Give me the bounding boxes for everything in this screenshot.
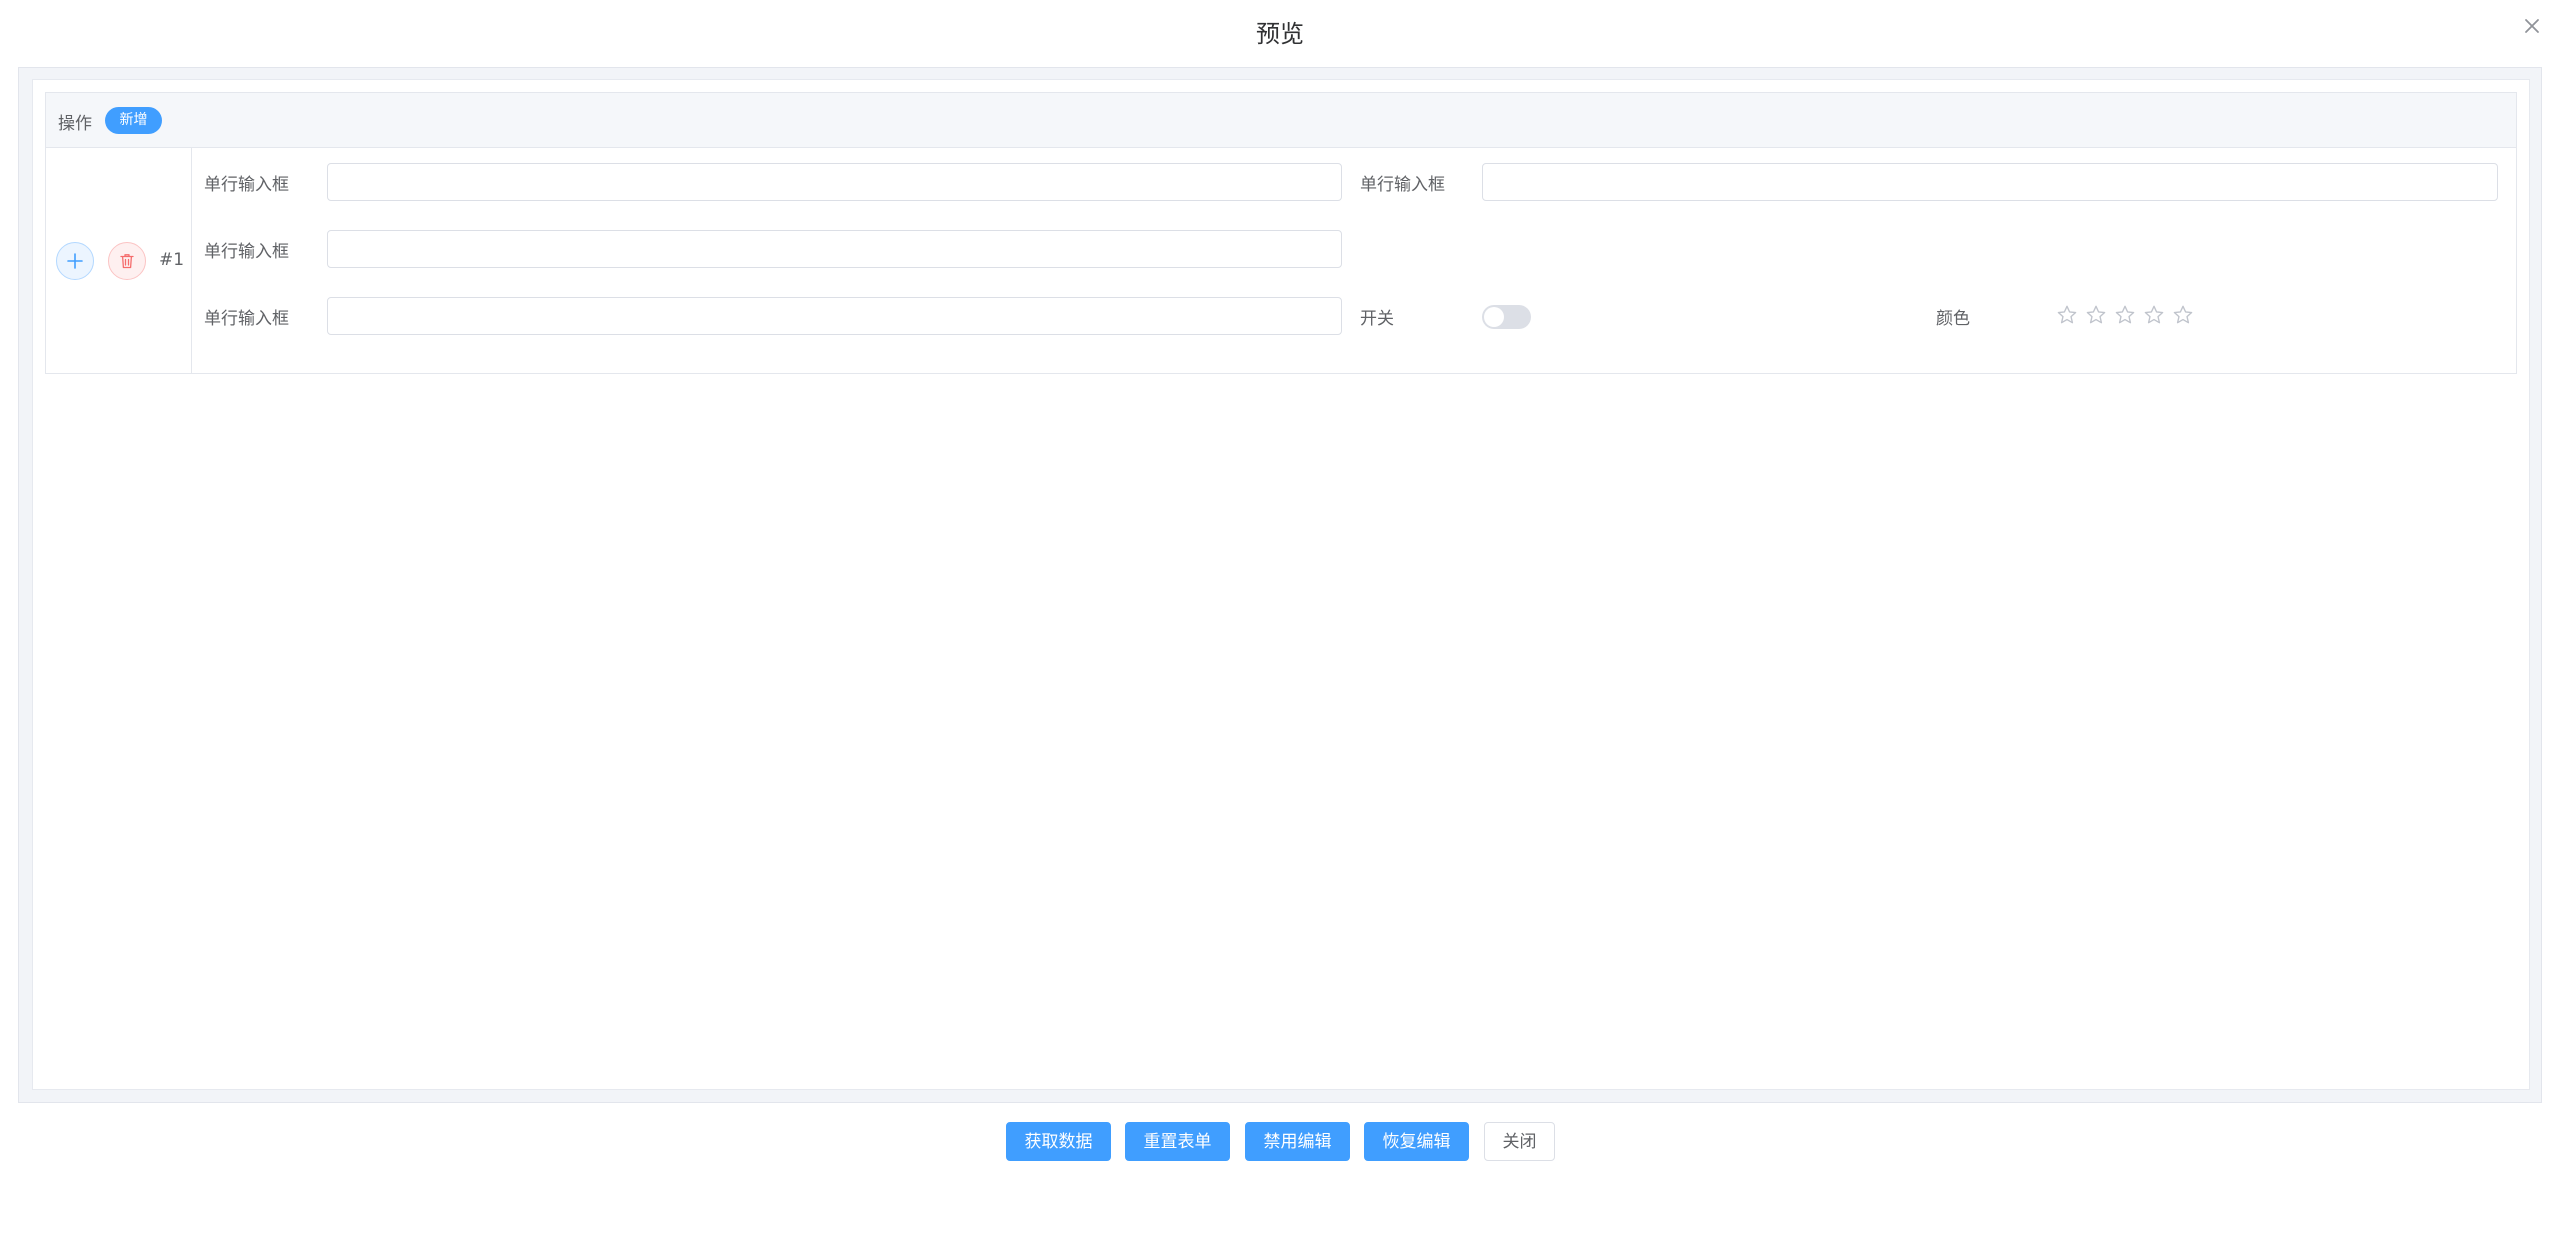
input2-field[interactable] — [1482, 163, 2498, 201]
switch-toggle[interactable] — [1482, 305, 1531, 329]
operations-label: 操作 — [58, 114, 92, 134]
switch-label: 开关 — [1360, 309, 1394, 329]
star-icon[interactable] — [2114, 302, 2143, 328]
switch-knob — [1484, 307, 1504, 327]
add-row-button[interactable] — [56, 242, 94, 280]
input4-label: 单行输入框 — [204, 309, 289, 329]
input2-label: 单行输入框 — [1360, 175, 1445, 195]
star-icon[interactable] — [2172, 302, 2201, 328]
input1-field[interactable] — [327, 163, 1342, 201]
get-data-button[interactable]: 获取数据 — [1006, 1122, 1111, 1161]
plus-icon — [67, 253, 83, 269]
star-icon[interactable] — [2085, 302, 2114, 328]
reset-form-button[interactable]: 重置表单 — [1125, 1122, 1230, 1161]
row-index-label: #1 — [159, 250, 185, 270]
subform-header: 操作 新增 — [46, 93, 2516, 148]
close-button[interactable]: 关闭 — [1484, 1122, 1555, 1161]
add-new-button[interactable]: 新增 — [105, 107, 162, 134]
rate-label: 颜色 — [1936, 309, 1970, 329]
input3-field[interactable] — [327, 230, 1342, 268]
star-icon[interactable] — [2143, 302, 2172, 328]
input1-label: 单行输入框 — [204, 175, 289, 195]
delete-row-button[interactable] — [108, 242, 146, 280]
restore-edit-button[interactable]: 恢复编辑 — [1364, 1122, 1469, 1161]
input4-field[interactable] — [327, 297, 1342, 335]
input3-label: 单行输入框 — [204, 242, 289, 262]
dialog-title: 预览 — [1256, 20, 1304, 48]
close-icon[interactable] — [2520, 14, 2544, 38]
disable-edit-button[interactable]: 禁用编辑 — [1245, 1122, 1350, 1161]
star-icon[interactable] — [2056, 302, 2085, 328]
rate-stars — [2056, 302, 2201, 328]
trash-icon — [120, 254, 134, 269]
